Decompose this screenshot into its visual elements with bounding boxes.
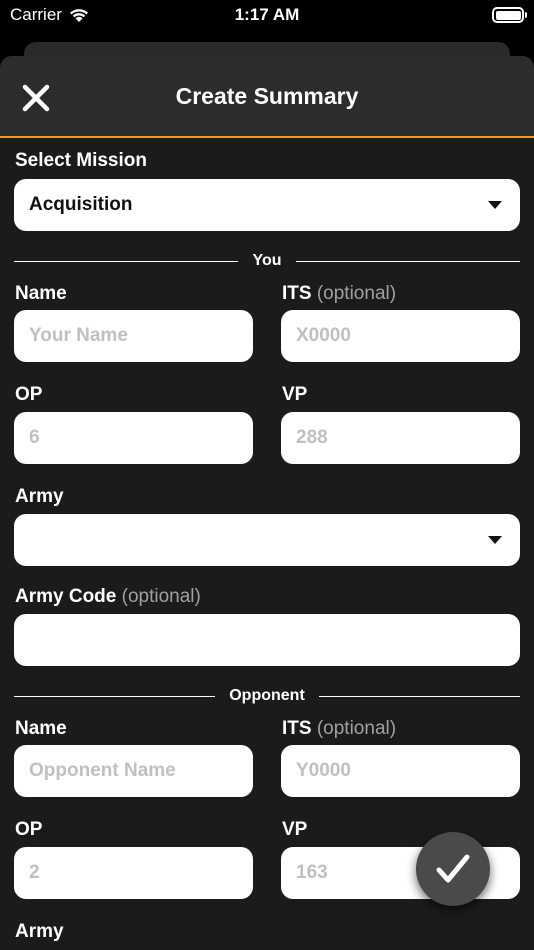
you-army-label: Army <box>15 486 64 507</box>
page-title: Create Summary <box>175 83 359 109</box>
you-army-code-label: Army Code (optional) <box>15 586 201 607</box>
you-vp-label: VP <box>282 384 308 405</box>
you-name-label: Name <box>15 283 67 304</box>
you-op-label: OP <box>15 384 43 405</box>
you-its-label: ITS (optional) <box>282 283 397 304</box>
caret-down-icon <box>488 201 502 209</box>
status-time: 1:17 AM <box>234 5 300 24</box>
create-summary-sheet: Create Summary Select Mission Acquisitio… <box>0 56 534 950</box>
you-army-code-input[interactable] <box>14 614 520 666</box>
you-vp-input[interactable] <box>281 412 520 464</box>
opponent-vp-label: VP <box>282 819 308 840</box>
you-section-label: You <box>252 252 282 269</box>
battery-icon <box>492 7 527 23</box>
mission-selected: Acquisition <box>29 194 133 215</box>
you-its-input[interactable] <box>281 310 520 362</box>
opponent-divider: Opponent <box>14 686 521 706</box>
checkmark-icon <box>436 854 470 883</box>
you-army-select[interactable] <box>14 514 520 566</box>
mission-label: Select Mission <box>15 150 147 171</box>
opponent-op-label: OP <box>15 819 43 840</box>
opponent-name-label: Name <box>15 718 67 739</box>
opponent-its-input[interactable] <box>281 745 520 797</box>
you-name-input[interactable] <box>14 310 253 362</box>
submit-button[interactable] <box>416 832 490 906</box>
you-op-input[interactable] <box>14 412 253 464</box>
opponent-name-input[interactable] <box>14 745 253 797</box>
header: Create Summary <box>0 56 534 138</box>
mission-select[interactable]: Acquisition <box>14 179 520 231</box>
you-divider: You <box>14 251 520 271</box>
opponent-op-input[interactable] <box>14 847 253 899</box>
status-bar: Carrier 1:17 AM <box>0 0 534 32</box>
opponent-army-label: Army <box>15 921 64 942</box>
opponent-its-label: ITS (optional) <box>282 718 397 739</box>
opponent-section-label: Opponent <box>229 687 305 704</box>
caret-down-icon <box>488 536 502 544</box>
